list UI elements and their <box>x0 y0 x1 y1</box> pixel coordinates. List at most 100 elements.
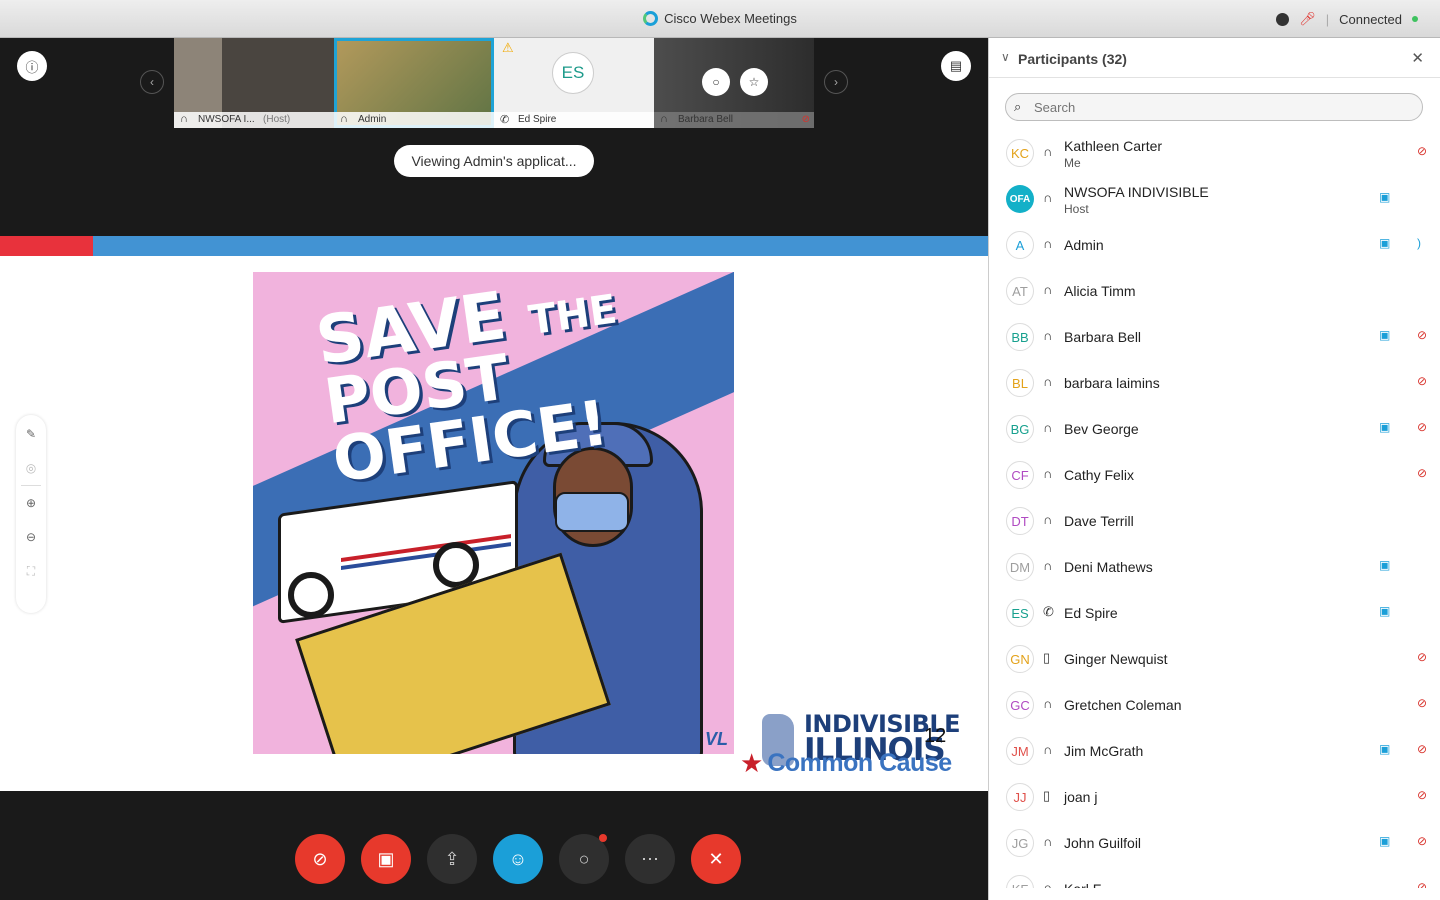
avatar: GC <box>1006 691 1034 719</box>
mute-button[interactable]: ⊘ <box>295 834 345 884</box>
video-icon: ▣ <box>1379 558 1391 572</box>
headset-icon: ∩ <box>1043 834 1053 849</box>
avatar: JG <box>1006 829 1034 857</box>
participant-name: Bev George <box>1064 421 1139 437</box>
participant-row[interactable]: GN ▯ Ginger Newquist ⊘ <box>989 636 1440 682</box>
zoom-in-icon[interactable]: ⊕ <box>26 496 36 510</box>
participant-row[interactable]: ES ✆ Ed Spire ▣ <box>989 590 1440 636</box>
participant-search: ⌕ <box>1005 93 1423 121</box>
participant-name: Admin <box>1064 237 1104 253</box>
previous-videos-button[interactable]: ‹ <box>140 70 164 94</box>
participant-row[interactable]: BG ∩ Bev George ▣ ⊘ <box>989 406 1440 452</box>
video-tile[interactable]: ⚠ ES ✆ Ed Spire <box>494 38 654 128</box>
video-icon: ▣ <box>1379 190 1391 204</box>
avatar: KF <box>1006 875 1034 888</box>
meeting-stage: ⓘ ‹ › ▤ ∩ NWSOFA I... (Host) ∩ Admin ⚠ ES … <box>0 38 988 900</box>
participant-row[interactable]: OFA ∩ NWSOFA INDIVISIBLE Host ▣ <box>989 176 1440 222</box>
chat-button[interactable]: ○ <box>559 834 609 884</box>
headset-icon: ∩ <box>1043 742 1053 757</box>
stop-video-button[interactable]: ▣ <box>361 834 411 884</box>
video-tile-active[interactable]: ∩ Admin <box>334 38 494 128</box>
participant-name: Ginger Newquist <box>1064 651 1168 667</box>
annotate-pen-icon[interactable]: ✎ <box>26 427 36 441</box>
participant-name: Kathleen Carter <box>1064 138 1163 154</box>
video-tile[interactable]: ∩ NWSOFA I... (Host) <box>174 38 334 128</box>
participant-row[interactable]: A ∩ Admin ▣) <box>989 222 1440 268</box>
participant-row[interactable]: JJ ▯ joan j ⊘ <box>989 774 1440 820</box>
more-options-button[interactable]: ⋯ <box>625 834 675 884</box>
headset-icon: ∩ <box>1043 328 1053 343</box>
chat-icon: ○ <box>578 848 590 869</box>
participant-list: KC ∩ Kathleen Carter Me ⊘ OFA ∩ NWSOFA INDIVISI… <box>989 130 1440 888</box>
poster-image: SAVE THE POST OFFICE! VL <box>253 272 734 754</box>
participant-row[interactable]: AT ∩ Alicia Timm <box>989 268 1440 314</box>
participant-name: John Guilfoil <box>1064 835 1142 851</box>
fit-screen-icon[interactable]: ⛶ <box>27 564 35 579</box>
meeting-info-button[interactable]: ⓘ <box>17 51 47 81</box>
star-icon: ★ <box>740 748 764 778</box>
layout-button[interactable]: ▤ <box>941 51 971 81</box>
collapse-chevron-icon[interactable]: ∨ <box>1001 50 1010 64</box>
more-icon: ⋯ <box>641 848 659 869</box>
participant-row[interactable]: GC ∩ Gretchen Coleman ⊘ <box>989 682 1440 728</box>
participant-row[interactable]: DM ∩ Deni Mathews ▣ <box>989 544 1440 590</box>
participant-row[interactable]: CF ∩ Cathy Felix ⊘ <box>989 452 1440 498</box>
headset-icon: ∩ <box>340 113 348 125</box>
headset-icon: ∩ <box>1043 880 1053 888</box>
avatar: KC <box>1006 139 1034 167</box>
search-input[interactable] <box>1034 98 1404 116</box>
participant-row[interactable]: DT ∩ Dave Terrill <box>989 498 1440 544</box>
next-videos-button[interactable]: › <box>824 70 848 94</box>
participant-row[interactable]: JG ∩ John Guilfoil ▣ ⊘ <box>989 820 1440 866</box>
compass-icon[interactable] <box>1276 12 1290 26</box>
participants-button[interactable]: ☺ <box>493 834 543 884</box>
participant-row[interactable]: BB ∩ Barbara Bell ▣ ⊘ <box>989 314 1440 360</box>
chat-bubble-icon[interactable]: ○ <box>702 68 730 96</box>
remote-control-icon[interactable]: ◎ <box>26 461 36 475</box>
participant-name: joan j <box>1064 789 1098 805</box>
leave-meeting-button[interactable]: ✕ <box>691 834 741 884</box>
window-titlebar: Cisco Webex Meetings 🎤︎ | Connected <box>0 0 1440 38</box>
participant-row[interactable]: BL ∩ barbara laimins ⊘ <box>989 360 1440 406</box>
participant-name: barbara laimins <box>1064 375 1160 391</box>
participant-name: Jim McGrath <box>1064 743 1144 759</box>
participant-row[interactable]: JM ∩ Jim McGrath ▣ ⊘ <box>989 728 1440 774</box>
muted-mic-icon: ⊘ <box>1417 742 1428 756</box>
avatar: DM <box>1006 553 1034 581</box>
window-title: Cisco Webex Meetings <box>0 11 1440 26</box>
avatar: BL <box>1006 369 1034 397</box>
participant-name: Barbara Bell <box>1064 329 1142 345</box>
video-icon: ▣ <box>1379 834 1391 848</box>
muted-mic-icon: ⊘ <box>1417 788 1428 802</box>
mobile-icon: ▯ <box>1043 788 1051 803</box>
connected-dot-icon <box>1412 16 1418 22</box>
participants-icon: ☺ <box>508 848 528 869</box>
participants-title: Participants (32) <box>1018 51 1127 67</box>
panel-header: ∨ Participants (32) ✕ <box>989 38 1440 78</box>
connection-status: Connected <box>1339 11 1402 27</box>
share-button[interactable]: ⇪ <box>427 834 477 884</box>
headset-icon: ∩ <box>1043 374 1053 389</box>
close-panel-button[interactable]: ✕ <box>1411 49 1424 67</box>
participant-name: Dave Terrill <box>1064 513 1134 529</box>
participant-row[interactable]: KF ∩ Karl F ⊘ <box>989 866 1440 888</box>
muted-mic-icon: ⊘ <box>1417 420 1428 434</box>
search-icon: ⌕ <box>1014 99 1022 114</box>
participant-row[interactable]: KC ∩ Kathleen Carter Me ⊘ <box>989 130 1440 176</box>
headset-icon: ∩ <box>1043 282 1053 297</box>
participant-name: Cathy Felix <box>1064 467 1135 483</box>
share-icon: ⇪ <box>444 848 460 869</box>
zoom-out-icon[interactable]: ⊖ <box>26 530 36 544</box>
participant-name: Ed Spire <box>1064 605 1118 621</box>
video-tile[interactable]: ○ ☆ ∩ Barbara Bell ⊘ <box>654 38 814 128</box>
annotation-toolbar: ✎ ◎ ⊕ ⊖ ⛶ <box>16 415 46 613</box>
headset-icon: ∩ <box>1043 558 1053 573</box>
avatar: A <box>1006 231 1034 259</box>
avatar: ES <box>1006 599 1034 627</box>
viewing-banner[interactable]: Viewing Admin's applicat... <box>394 145 594 177</box>
speaking-icon: ) <box>1417 236 1421 250</box>
muted-mic-icon[interactable]: 🎤︎ <box>1299 11 1316 27</box>
muted-mic-icon: ⊘ <box>1417 650 1428 664</box>
pin-icon[interactable]: ☆ <box>740 68 768 96</box>
avatar: JM <box>1006 737 1034 765</box>
